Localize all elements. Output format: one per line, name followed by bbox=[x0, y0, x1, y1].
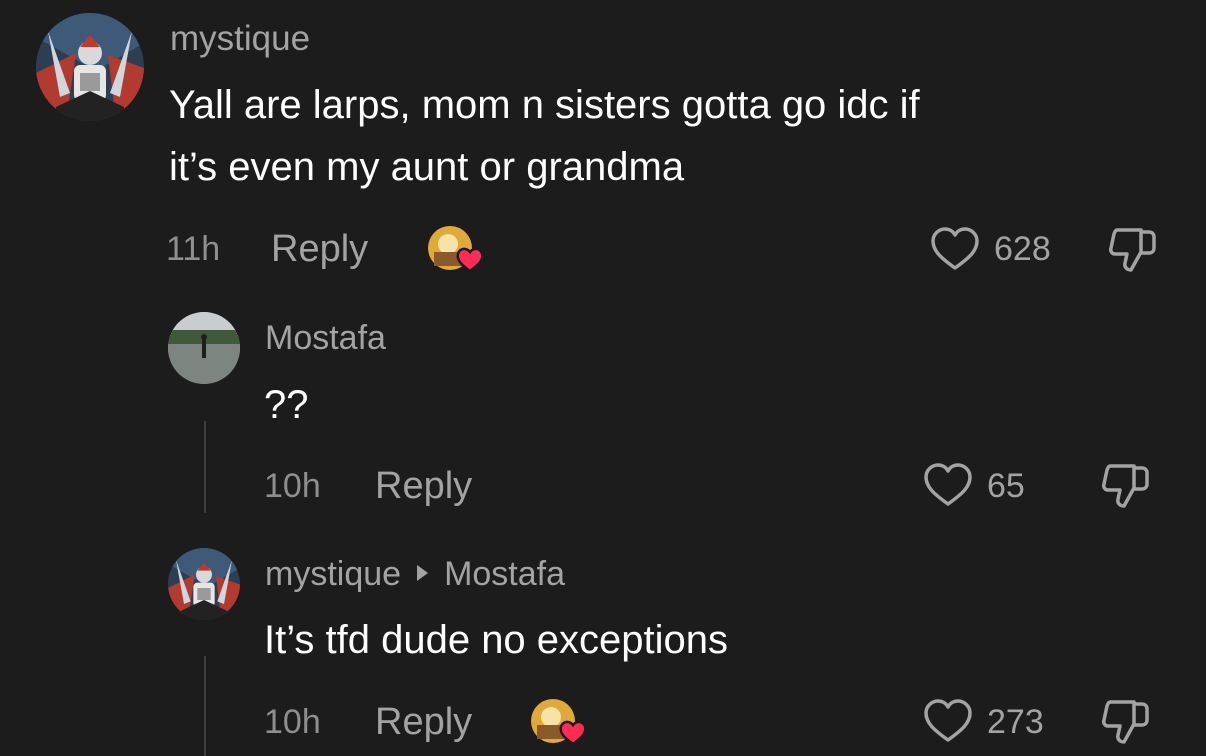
comment-username-row: mystique Mostafa bbox=[265, 554, 565, 594]
reply-target-username[interactable]: Mostafa bbox=[444, 555, 565, 593]
heart-outline-icon[interactable] bbox=[922, 698, 974, 744]
comment-username[interactable]: mystique bbox=[265, 555, 401, 593]
avatar[interactable] bbox=[36, 13, 144, 121]
avatar[interactable] bbox=[168, 548, 240, 620]
creator-liked-avatar-heart-icon bbox=[426, 224, 488, 276]
reply-button[interactable]: Reply bbox=[375, 700, 472, 744]
comment-timestamp: 11h bbox=[166, 230, 221, 268]
comment-timestamp: 10h bbox=[264, 703, 321, 741]
avatar[interactable] bbox=[168, 312, 240, 384]
reply-button[interactable]: Reply bbox=[271, 227, 368, 271]
like-count: 65 bbox=[987, 467, 1025, 505]
comment-timestamp: 10h bbox=[264, 467, 321, 505]
comment-username[interactable]: mystique bbox=[170, 19, 310, 59]
comment-text-line: It’s tfd dude no exceptions bbox=[264, 618, 729, 662]
like-count: 273 bbox=[987, 703, 1044, 741]
heart-outline-icon[interactable] bbox=[929, 226, 981, 272]
comment-text-line: ?? bbox=[264, 383, 309, 427]
creator-liked-avatar-heart-icon bbox=[529, 697, 591, 749]
reply-button[interactable]: Reply bbox=[375, 464, 472, 508]
like-count: 628 bbox=[994, 230, 1051, 268]
comment-text-line: Yall are larps, mom n sisters gotta go i… bbox=[169, 83, 920, 127]
thread-line bbox=[204, 421, 206, 513]
comment-text-line: it’s even my aunt or grandma bbox=[169, 145, 685, 189]
thumbs-down-icon[interactable] bbox=[1107, 224, 1159, 274]
thumbs-down-icon[interactable] bbox=[1100, 460, 1152, 510]
heart-outline-icon[interactable] bbox=[922, 462, 974, 508]
caret-right-icon bbox=[417, 565, 429, 582]
comment-username[interactable]: Mostafa bbox=[265, 318, 386, 358]
thread-line bbox=[204, 656, 206, 756]
thumbs-down-icon[interactable] bbox=[1100, 696, 1152, 746]
